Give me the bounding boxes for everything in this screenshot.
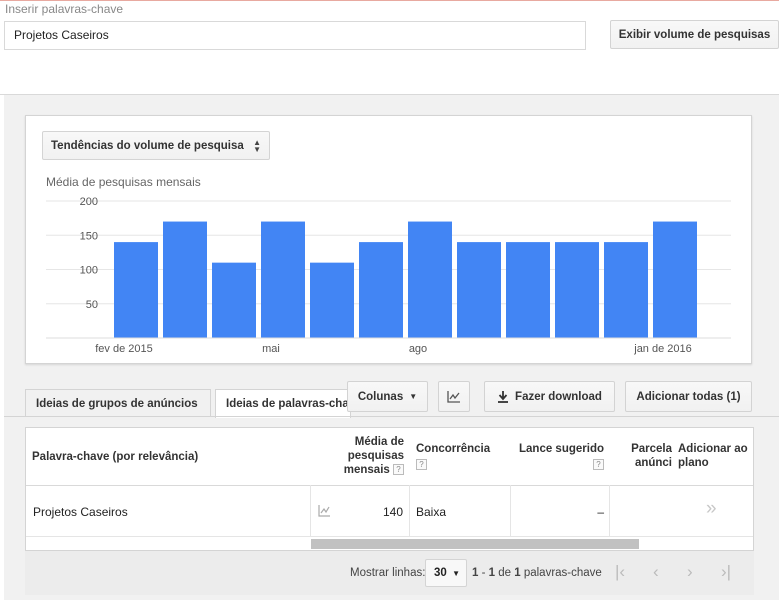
col-header-competition-label: Concorrência: [416, 443, 491, 455]
row-avg-searches: 140: [382, 505, 403, 519]
chart-toggle-button[interactable]: [438, 381, 470, 412]
col-header-add-line1: Adicionar ao: [678, 443, 748, 455]
bar[interactable]: [310, 262, 354, 338]
col-header-share-line1: Parcela: [631, 443, 672, 455]
horizontal-scrollbar[interactable]: [311, 539, 639, 549]
rows-per-page-value: 30: [434, 567, 447, 579]
rows-per-page-select[interactable]: 30 ▼: [425, 559, 467, 587]
x-tick-label: fev de 2015: [95, 343, 153, 355]
col-header-bid-label: Lance sugerido: [519, 443, 604, 455]
page-range-text: 1 - 1 de 1 palavras-chave: [472, 567, 602, 579]
col-divider: [609, 485, 610, 536]
next-page-icon[interactable]: ›: [687, 563, 693, 581]
row-keyword: Projetos Caseiros: [33, 505, 128, 519]
help-icon[interactable]: ?: [393, 464, 404, 476]
add-to-plan-icon[interactable]: »: [706, 498, 717, 520]
bar-chart: 50 100 150 200 fev de 2015 mai ago jan de 2016: [46, 196, 731, 355]
show-search-volume-button[interactable]: Exibir volume de pesquisas: [610, 20, 779, 49]
col-header-keyword[interactable]: Palavra-chave (por relevância): [32, 450, 198, 464]
x-tick-label: jan de 2016: [633, 343, 692, 355]
y-tick-label: 200: [80, 196, 98, 208]
col-header-competition[interactable]: Concorrência ?: [416, 442, 490, 472]
download-icon: [498, 390, 509, 403]
col-header-bid-help: ?: [516, 458, 604, 472]
y-tick-label: 150: [80, 230, 98, 242]
x-tick-label: ago: [409, 343, 427, 355]
x-tick-label: mai: [262, 343, 280, 355]
rows-per-page-label: Mostrar linhas:: [350, 567, 426, 579]
chevron-down-icon: ▼: [452, 568, 460, 578]
col-header-avg-searches[interactable]: Média de pesquisas mensais ?: [326, 435, 404, 477]
bar[interactable]: [359, 242, 403, 338]
col-divider: [310, 485, 311, 536]
download-button-label: Fazer download: [515, 390, 602, 403]
range-unit: palavras-chave: [520, 567, 602, 579]
bar[interactable]: [555, 242, 599, 338]
header-divider: [26, 485, 753, 486]
bar[interactable]: [261, 221, 305, 338]
tab-keyword-ideas[interactable]: Ideias de palavras-chave: [215, 389, 351, 418]
download-button[interactable]: Fazer download: [484, 381, 615, 412]
bar[interactable]: [114, 242, 158, 338]
range-separator: -: [478, 567, 489, 579]
first-page-icon[interactable]: |‹: [615, 563, 625, 581]
row-competition: Baixa: [416, 505, 447, 519]
help-icon[interactable]: ?: [416, 459, 427, 471]
trend-chart-icon[interactable]: [318, 505, 331, 517]
line-chart-icon: [447, 390, 460, 403]
help-icon[interactable]: ?: [593, 459, 604, 471]
col-header-avg-line2: pesquisas: [347, 450, 404, 462]
keyword-input-label: Inserir palavras-chave: [5, 2, 124, 16]
col-header-avg-line3-text: mensais: [343, 464, 390, 476]
col-header-share-line2: anúnci: [634, 457, 672, 469]
columns-button[interactable]: Colunas ▼: [347, 381, 428, 412]
chevron-down-icon: ▼: [409, 392, 418, 401]
bar[interactable]: [212, 262, 256, 338]
chart-card: Tendências do volume de pesquisa ▲ ▼ Médi…: [25, 115, 752, 364]
col-header-ad-share[interactable]: Parcela anúnci: [624, 442, 672, 470]
col-divider: [510, 485, 511, 536]
bar[interactable]: [408, 221, 452, 338]
y-tick-label: 50: [86, 299, 98, 311]
bar[interactable]: [604, 242, 648, 338]
pagination-bar: Mostrar linhas: 30 ▼ 1 - 1 de 1 palavras…: [25, 551, 754, 595]
tab-ad-group-ideas[interactable]: Ideias de grupos de anúncios: [25, 389, 211, 417]
prev-page-icon[interactable]: ‹: [653, 563, 659, 581]
keyword-table: Palavra-chave (por relevância) Média de …: [25, 427, 754, 551]
range-of: de: [495, 567, 515, 579]
last-page-icon[interactable]: ›|: [721, 563, 731, 581]
row-divider: [26, 536, 753, 537]
col-header-add-line2: plano: [678, 457, 709, 469]
y-tick-label: 100: [80, 265, 98, 277]
row-bid: –: [597, 505, 604, 519]
bar[interactable]: [653, 221, 697, 338]
add-all-button[interactable]: Adicionar todas (1): [625, 381, 752, 412]
col-header-competition-help: ?: [416, 458, 490, 472]
top-border: [0, 0, 779, 1]
col-divider: [409, 485, 410, 536]
bar[interactable]: [163, 221, 207, 338]
bar[interactable]: [506, 242, 550, 338]
col-header-bid[interactable]: Lance sugerido ?: [516, 442, 604, 472]
bar[interactable]: [457, 242, 501, 338]
tab-baseline: [4, 416, 779, 417]
col-header-add-to-plan[interactable]: Adicionar ao plano: [678, 442, 752, 470]
keyword-input[interactable]: Projetos Caseiros: [4, 21, 586, 50]
col-header-avg-line3: mensais ?: [326, 463, 404, 477]
columns-button-label: Colunas: [357, 390, 404, 403]
col-header-avg-line1: Média de: [354, 436, 404, 448]
